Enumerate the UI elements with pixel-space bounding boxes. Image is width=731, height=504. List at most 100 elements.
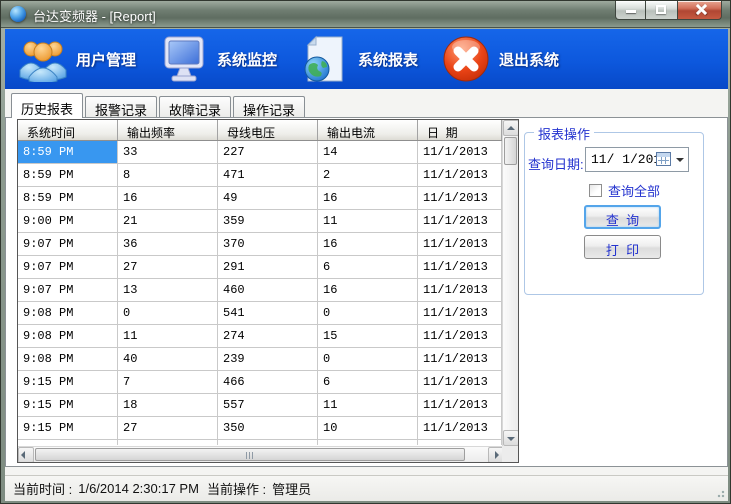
table-row[interactable]: 8:59 PM332271411/1/2013 bbox=[18, 141, 518, 164]
table-cell: 359 bbox=[218, 210, 318, 232]
table-cell: 9:07 PM bbox=[18, 256, 118, 278]
arrow-right-icon bbox=[495, 451, 499, 459]
current-time-label: 当前时间 : bbox=[13, 479, 72, 498]
table-cell: 6 bbox=[318, 256, 418, 278]
table-row[interactable]: 9:07 PM134601611/1/2013 bbox=[18, 279, 518, 302]
table-cell: 370 bbox=[218, 233, 318, 255]
table-row[interactable]: 9:15 PM42478411/1/2013 bbox=[18, 440, 518, 445]
dropdown-arrow-icon[interactable] bbox=[676, 158, 684, 162]
minimize-button[interactable] bbox=[615, 1, 646, 20]
maximize-icon bbox=[656, 5, 666, 14]
table-cell: 11/1/2013 bbox=[418, 141, 502, 163]
groupbox-title: 报表操作 bbox=[534, 124, 594, 143]
toolbar-exit[interactable]: 退出系统 bbox=[440, 34, 559, 84]
report-table: 系统时间输出频率母线电压输出电流日 期 8:59 PM332271411/1/2… bbox=[17, 119, 519, 463]
table-row[interactable]: 9:08 PM0541011/1/2013 bbox=[18, 302, 518, 325]
close-icon bbox=[694, 3, 707, 16]
monitor-icon bbox=[159, 35, 209, 83]
arrow-up-icon bbox=[507, 126, 515, 130]
table-cell: 18 bbox=[118, 394, 218, 416]
resize-grip[interactable] bbox=[715, 488, 725, 498]
tab-label: 报警记录 bbox=[95, 103, 147, 118]
column-header[interactable]: 输出电流 bbox=[318, 120, 418, 140]
tab-2[interactable]: 报警记录 bbox=[85, 96, 157, 117]
toolbar-users[interactable]: 用户管理 bbox=[17, 34, 136, 84]
report-icon bbox=[300, 35, 350, 83]
calendar-icon[interactable] bbox=[656, 152, 671, 166]
arrow-down-icon bbox=[507, 437, 515, 441]
table-row[interactable]: 9:07 PM27291611/1/2013 bbox=[18, 256, 518, 279]
scroll-down-button[interactable] bbox=[503, 430, 519, 446]
close-button[interactable] bbox=[677, 1, 722, 20]
table-cell: 11/1/2013 bbox=[418, 302, 502, 324]
table-cell: 471 bbox=[218, 164, 318, 186]
query-button[interactable]: 查 询 bbox=[584, 205, 661, 229]
table-row[interactable]: 9:08 PM40239011/1/2013 bbox=[18, 348, 518, 371]
table-row[interactable]: 9:07 PM363701611/1/2013 bbox=[18, 233, 518, 256]
table-cell: 9:07 PM bbox=[18, 279, 118, 301]
table-row[interactable]: 9:00 PM213591111/1/2013 bbox=[18, 210, 518, 233]
table-cell: 36 bbox=[118, 233, 218, 255]
column-header[interactable]: 日 期 bbox=[418, 120, 502, 140]
table-cell: 15 bbox=[318, 325, 418, 347]
table-cell: 6 bbox=[318, 371, 418, 393]
vertical-scroll-thumb[interactable] bbox=[504, 137, 517, 165]
app-icon bbox=[10, 6, 26, 22]
table-cell: 239 bbox=[218, 348, 318, 370]
table-cell: 0 bbox=[318, 302, 418, 324]
table-cell: 4 bbox=[318, 440, 418, 445]
query-date-picker[interactable]: 11/ 1/2013 bbox=[585, 147, 689, 172]
scrollbar-corner bbox=[502, 446, 518, 462]
table-cell: 7 bbox=[118, 371, 218, 393]
query-date-label: 查询日期: bbox=[528, 154, 584, 173]
table-cell: 16 bbox=[318, 187, 418, 209]
table-cell: 9:00 PM bbox=[18, 210, 118, 232]
table-row[interactable]: 8:59 PM8471211/1/2013 bbox=[18, 164, 518, 187]
column-header[interactable]: 母线电压 bbox=[218, 120, 318, 140]
table-cell: 478 bbox=[218, 440, 318, 445]
horizontal-scrollbar[interactable] bbox=[18, 446, 504, 462]
scroll-left-button[interactable] bbox=[18, 447, 34, 463]
vertical-scrollbar[interactable] bbox=[502, 120, 518, 446]
table-cell: 9:08 PM bbox=[18, 348, 118, 370]
table-cell: 42 bbox=[118, 440, 218, 445]
table-cell: 8:59 PM bbox=[18, 141, 118, 163]
table-cell: 14 bbox=[318, 141, 418, 163]
tab-3[interactable]: 故障记录 bbox=[159, 96, 231, 117]
tab-4[interactable]: 操作记录 bbox=[233, 96, 305, 117]
table-cell: 27 bbox=[118, 256, 218, 278]
toolbar-monitor[interactable]: 系统监控 bbox=[158, 34, 277, 84]
table-cell: 8 bbox=[118, 164, 218, 186]
table-cell: 11/1/2013 bbox=[418, 256, 502, 278]
current-time-value: 1/6/2014 2:30:17 PM bbox=[78, 481, 199, 496]
table-cell: 16 bbox=[318, 279, 418, 301]
users-icon bbox=[18, 36, 68, 82]
table-row[interactable]: 9:15 PM273501011/1/2013 bbox=[18, 417, 518, 440]
current-operator-value: 管理员 bbox=[272, 479, 311, 498]
arrow-left-icon bbox=[21, 451, 25, 459]
horizontal-scroll-thumb[interactable] bbox=[35, 448, 465, 461]
scroll-up-button[interactable] bbox=[503, 120, 519, 136]
tab-1[interactable]: 历史报表 bbox=[11, 93, 83, 118]
table-cell: 13 bbox=[118, 279, 218, 301]
column-header[interactable]: 输出频率 bbox=[118, 120, 218, 140]
table-cell: 11/1/2013 bbox=[418, 187, 502, 209]
maximize-button[interactable] bbox=[646, 1, 677, 20]
table-row[interactable]: 9:08 PM112741511/1/2013 bbox=[18, 325, 518, 348]
toolbar-item-label: 系统报表 bbox=[358, 49, 418, 70]
tab-label: 历史报表 bbox=[21, 102, 73, 117]
table-cell: 0 bbox=[118, 302, 218, 324]
table-row[interactable]: 8:59 PM16491611/1/2013 bbox=[18, 187, 518, 210]
table-cell: 11/1/2013 bbox=[418, 325, 502, 347]
table-cell: 9:15 PM bbox=[18, 371, 118, 393]
print-button[interactable]: 打 印 bbox=[584, 235, 661, 259]
table-cell: 40 bbox=[118, 348, 218, 370]
table-cell: 21 bbox=[118, 210, 218, 232]
table-row[interactable]: 9:15 PM185571111/1/2013 bbox=[18, 394, 518, 417]
table-row[interactable]: 9:15 PM7466611/1/2013 bbox=[18, 371, 518, 394]
table-cell: 11/1/2013 bbox=[418, 348, 502, 370]
table-cell: 557 bbox=[218, 394, 318, 416]
column-header[interactable]: 系统时间 bbox=[18, 120, 118, 140]
toolbar-report[interactable]: 系统报表 bbox=[299, 34, 418, 84]
query-all-checkbox[interactable] bbox=[589, 184, 602, 197]
